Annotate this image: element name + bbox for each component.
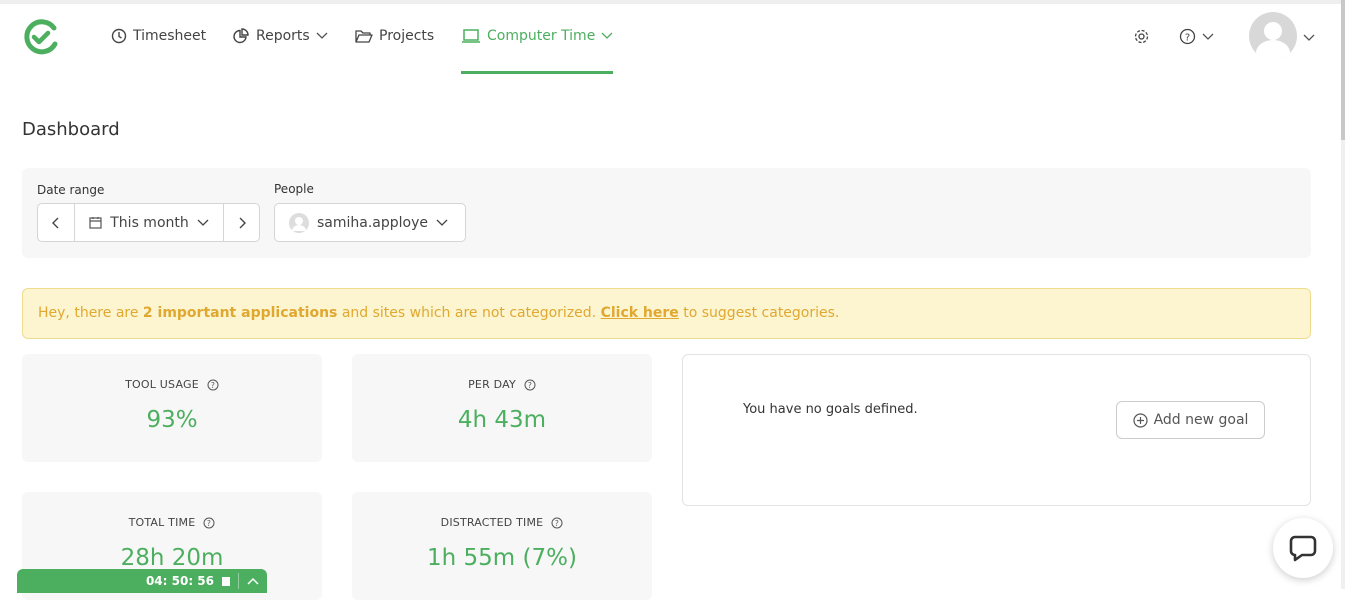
pie-chart-icon xyxy=(233,28,250,44)
chat-widget-button[interactable] xyxy=(1273,518,1333,578)
next-period-button[interactable] xyxy=(224,204,259,241)
page-scrollbar[interactable] xyxy=(1341,0,1345,589)
nav-computer-time[interactable]: Computer Time xyxy=(461,28,613,44)
folder-icon xyxy=(355,29,373,44)
help-menu-button[interactable]: ? xyxy=(1179,28,1214,45)
help-icon: ? xyxy=(1179,28,1196,45)
page-title: Dashboard xyxy=(22,119,120,140)
top-navigation: Timesheet Reports Projects Computer Time… xyxy=(0,0,1345,74)
tool-usage-card: TOOL USAGE? 93% xyxy=(22,354,322,462)
laptop-icon xyxy=(461,28,481,44)
people-select[interactable]: samiha.apploye xyxy=(274,203,466,242)
nav-projects[interactable]: Projects xyxy=(355,28,434,44)
help-icon[interactable]: ? xyxy=(524,379,536,391)
chevron-down-icon xyxy=(197,219,209,226)
filter-panel: Date range This month People samiha.appl… xyxy=(22,168,1311,258)
nav-timesheet[interactable]: Timesheet xyxy=(111,28,206,44)
help-icon[interactable]: ? xyxy=(203,517,215,529)
chevron-down-icon xyxy=(1202,33,1214,41)
chevron-up-icon[interactable] xyxy=(247,577,259,585)
chevron-down-icon xyxy=(1303,34,1315,42)
chevron-right-icon xyxy=(239,217,246,228)
svg-text:?: ? xyxy=(555,519,559,528)
gear-icon xyxy=(1133,28,1150,45)
user-menu-button[interactable] xyxy=(1249,12,1315,64)
active-tab-indicator xyxy=(461,71,613,74)
uncategorized-apps-banner: Hey, there are 2 important applications … xyxy=(22,288,1311,339)
scrollbar-thumb[interactable] xyxy=(1341,0,1345,140)
svg-text:?: ? xyxy=(1185,33,1190,44)
per-day-card: PER DAY? 4h 43m xyxy=(352,354,652,462)
divider xyxy=(238,573,239,589)
previous-period-button[interactable] xyxy=(38,204,75,241)
goals-panel: You have no goals defined. Add new goal xyxy=(682,354,1311,506)
suggest-categories-link[interactable]: Click here xyxy=(601,305,679,321)
distracted-time-card: DISTRACTED TIME? 1h 55m (7%) xyxy=(352,492,652,600)
help-icon[interactable]: ? xyxy=(207,379,219,391)
settings-button[interactable] xyxy=(1133,28,1150,45)
svg-text:?: ? xyxy=(528,381,532,390)
app-logo[interactable] xyxy=(22,18,60,60)
user-avatar-icon xyxy=(289,212,309,233)
svg-text:?: ? xyxy=(207,519,211,528)
help-icon[interactable]: ? xyxy=(551,517,563,529)
add-new-goal-button[interactable]: Add new goal xyxy=(1116,401,1265,439)
stop-icon[interactable] xyxy=(222,576,230,586)
clock-icon xyxy=(111,28,127,44)
no-goals-message: You have no goals defined. xyxy=(743,402,918,417)
nav-reports[interactable]: Reports xyxy=(233,28,328,44)
calendar-icon xyxy=(89,217,102,229)
running-timer-bar[interactable]: 04: 50: 56 xyxy=(17,569,267,593)
date-range-picker: This month xyxy=(37,203,260,242)
plus-circle-icon xyxy=(1132,412,1148,428)
avatar xyxy=(1249,12,1297,64)
chevron-down-icon xyxy=(316,32,328,40)
chevron-left-icon xyxy=(52,217,59,228)
date-range-label: Date range xyxy=(37,183,105,197)
date-range-select[interactable]: This month xyxy=(75,204,224,241)
people-label: People xyxy=(274,182,314,196)
chevron-down-icon xyxy=(436,219,448,226)
chat-icon xyxy=(1289,535,1317,562)
svg-text:?: ? xyxy=(211,381,215,390)
chevron-down-icon xyxy=(601,32,613,40)
timer-value: 04: 50: 56 xyxy=(145,574,214,588)
